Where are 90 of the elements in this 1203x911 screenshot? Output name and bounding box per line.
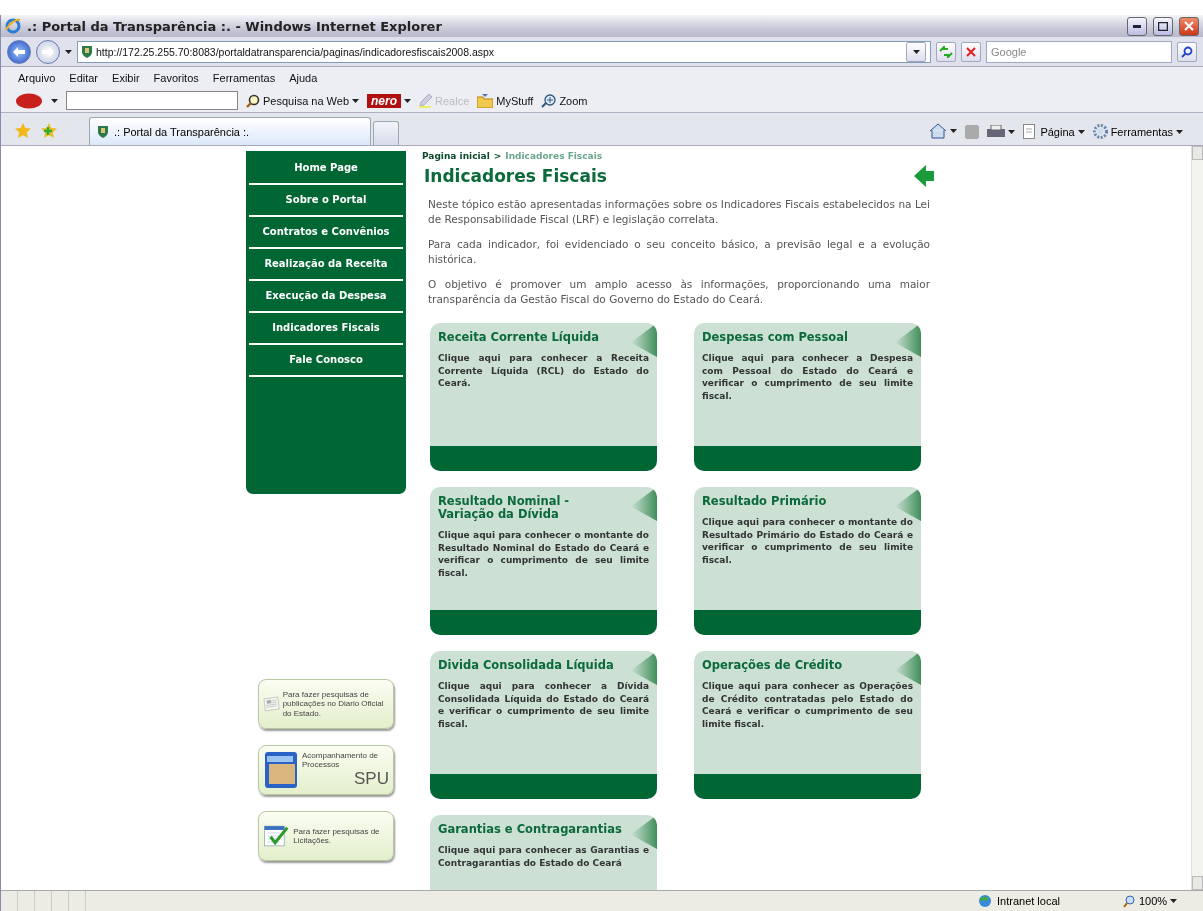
shield-icon <box>98 125 108 138</box>
shortcut-button[interactable]: Acompanhamento de Processos SPU <box>258 745 394 795</box>
shortcut-button[interactable]: Para fazer pesquisas de publicações no Diario Oficial do Estado. <box>258 679 394 729</box>
refresh-button[interactable] <box>936 41 956 62</box>
indicator-card[interactable]: Receita Corrente Líquida Clique aqui para conhecer a Receita Corrente Líquida (RCL) do Estado do Ceará. <box>430 323 657 471</box>
favorites-star-icon[interactable] <box>15 123 31 139</box>
menu-item[interactable]: Exibir <box>107 72 145 84</box>
search-field[interactable]: Google <box>986 40 1172 63</box>
toolbar-button[interactable]: Pesquisa na Web <box>246 93 360 108</box>
corner-fold-icon <box>629 487 657 521</box>
command-menu[interactable]: Ferramentas <box>1092 124 1183 139</box>
folder-icon <box>263 750 299 790</box>
caret-icon <box>404 98 412 103</box>
shield-icon <box>82 45 92 58</box>
command-menu[interactable]: Página <box>1023 124 1085 139</box>
print-button[interactable] <box>987 125 1016 139</box>
magnifier-icon <box>246 93 260 108</box>
browser-tab[interactable]: .: Portal da Transparência :. <box>89 117 371 145</box>
caret-icon <box>1176 129 1183 134</box>
caret-icon <box>1077 129 1085 134</box>
menu-item[interactable]: Arquivo <box>13 72 61 84</box>
back-arrow-icon <box>13 46 25 57</box>
caret-icon <box>51 98 58 103</box>
breadcrumb-separator: > <box>493 151 502 161</box>
sidebar-link[interactable]: Indicadores Fiscais <box>249 313 403 345</box>
feed-icon <box>965 125 980 139</box>
zoom-icon <box>541 93 557 108</box>
close-icon <box>1184 21 1194 31</box>
close-button[interactable] <box>1179 16 1199 36</box>
pen-icon <box>419 93 433 108</box>
toolbar-button[interactable]: MyStuff <box>477 93 534 108</box>
menu-item[interactable]: Editar <box>64 72 104 84</box>
intro-paragraph: Para cada indicador, foi evidenciado o seu conceito básico, a previsão legal e a evolução histórica. <box>428 237 930 267</box>
back-button[interactable] <box>7 39 31 64</box>
magnifier-icon <box>1123 894 1136 908</box>
sidebar-link[interactable]: Contratos e Convênios <box>249 217 403 249</box>
caret-icon <box>912 49 920 54</box>
indicator-card[interactable]: Divida Consolidada Líquida Clique aqui para conhecer a Dívida Consolidada Líquida do Estado do Ceará e verificar o cumprimento de seu limite fiscal. <box>430 651 657 799</box>
sidebar-link[interactable]: Fale Conosco <box>249 345 403 377</box>
maximize-button[interactable] <box>1153 16 1173 36</box>
maximize-icon <box>1158 21 1168 31</box>
add-favorite-icon[interactable] <box>41 123 57 139</box>
breadcrumb-link[interactable]: Pagina inicial <box>422 151 490 161</box>
search-icon <box>1181 45 1193 58</box>
caret-icon <box>1008 130 1016 134</box>
sidebar-link[interactable]: Execução da Despesa <box>249 281 403 313</box>
intro-paragraph: Neste tópico estão apresentadas informações sobre os Indicadores Fiscais estabelecidos na Lei de Responsabilidade Fiscal (LRF) e legislação correlata. <box>428 197 930 227</box>
zone-label: Intranet local <box>997 895 1060 907</box>
house-icon <box>929 123 948 139</box>
window-title: .: Portal da Transparência :. - Windows Internet Explorer <box>27 18 443 34</box>
stop-button[interactable] <box>961 41 981 62</box>
search-button[interactable] <box>1177 41 1197 62</box>
page-heading: Indicadores Fiscais <box>424 166 607 186</box>
gear-icon <box>1092 124 1108 139</box>
caret-icon <box>352 98 360 103</box>
toolbar-button[interactable]: Zoom <box>541 93 588 108</box>
page-icon <box>1023 124 1038 139</box>
caret-icon <box>65 49 72 54</box>
minimize-icon <box>1133 24 1141 28</box>
indicator-card[interactable]: Garantias e Contragarantias Clique aqui para conhecer as Garantias e Contragarantias do Estado do Ceará <box>430 815 657 890</box>
minimize-button[interactable] <box>1127 16 1147 36</box>
back-arrow-icon[interactable] <box>914 165 934 187</box>
caret-icon <box>1170 899 1178 903</box>
home-button[interactable] <box>929 123 958 139</box>
zoom-level[interactable]: 100% <box>1123 894 1203 908</box>
folder-icon <box>477 93 494 108</box>
sidebar-link[interactable]: Realização da Receita <box>249 249 403 281</box>
toolbar-search-field[interactable] <box>66 91 238 110</box>
caret-icon <box>950 129 958 133</box>
indicator-card[interactable]: Resultado Nominal - Variação da Dívida Clique aqui para conhecer o montante do Resultado Nominal do Estado do Ceará e verificar o cumprimento de seu limite fiscal. <box>430 487 657 635</box>
ask-logo-icon[interactable] <box>15 92 43 109</box>
stop-icon <box>966 46 976 57</box>
forward-button[interactable] <box>36 39 60 64</box>
menu-item[interactable]: Favoritos <box>148 72 204 84</box>
globe-icon <box>977 893 993 909</box>
shortcut-button[interactable]: Para fazer pesquisas de Licitações. <box>258 811 394 861</box>
address-field[interactable]: http://172.25.255.70:8083/portaldatransparencia/paginas/indicadoresfiscais2008.aspx <box>77 40 931 63</box>
browser-logo-icon <box>5 18 21 34</box>
printer-icon <box>987 125 1006 139</box>
menu-item[interactable]: Ajuda <box>284 72 323 84</box>
intro-paragraph: O objetivo é promover um amplo acesso às informações, proporcionando uma maior transparência da Gestão Fiscal do Governo do Estado do Ceará. <box>428 277 930 307</box>
menu-item[interactable]: Ferramentas <box>207 72 281 84</box>
refresh-icon <box>939 45 953 58</box>
indicator-card[interactable]: Operações de Crédito Clique aqui para conhecer as Operações de Crédito contratadas pelo Estado do Ceará e verificar o cumprimento de seu limite fiscal. <box>694 651 921 799</box>
indicator-card[interactable]: Resultado Primário Clique aqui para conhecer o montante do Resultado Primário do Estado do Ceará e verificar o cumprimento de seu limite fiscal. <box>694 487 921 635</box>
breadcrumb-current: Indicadores Fiscais <box>505 151 603 161</box>
indicator-card[interactable]: Despesas com Pessoal Clique aqui para conhecer a Despesa com Pessoal do Estado do Ceará e verificar o cumprimento de seu limite fiscal. <box>694 323 921 471</box>
sidebar-link[interactable]: Home Page <box>249 153 403 185</box>
forward-arrow-icon <box>42 46 54 57</box>
sidebar-link[interactable]: Sobre o Portal <box>249 185 403 217</box>
